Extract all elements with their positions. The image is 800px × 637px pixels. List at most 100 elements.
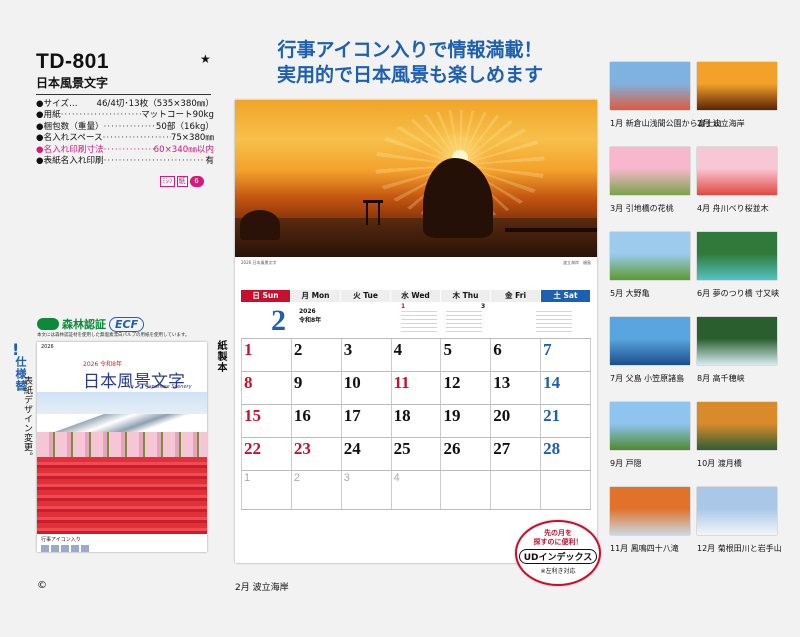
day-cell: 26 <box>441 438 492 470</box>
thumbnail-label: 8月 高千穂峡 <box>697 374 745 383</box>
day-cell: 5 <box>441 339 492 371</box>
day-number: 3 <box>343 340 353 359</box>
day-cell: 4 <box>392 471 442 509</box>
spec-key: ●名入れ印刷寸法 <box>36 144 104 155</box>
spec-leader-dots <box>61 110 141 121</box>
spec-key: ●表紙名入れ印刷 <box>36 156 104 167</box>
thumbnail-photo <box>610 487 690 535</box>
cert-note: 本文には森林認証材を使用した無塩素漂白パルプの用紙を使用しています。 <box>37 333 190 338</box>
calendar-grid: 日 Sun 月 Mon 火 Tue 水 Wed 木 Thu 金 Fri 土 Sat 2 202… <box>241 290 592 510</box>
weekday-header: 日 Sun 月 Mon 火 Tue 水 Wed 木 Thu 金 Fri 土 Sat <box>241 290 591 302</box>
day-cell: 16 <box>292 405 342 437</box>
day-cell: 8 <box>241 372 292 404</box>
month-thumbnail: 1月 新倉山浅間公園から富士山 <box>610 62 722 132</box>
spec-row: ●名入れスペース 75×380㎜ <box>36 133 214 144</box>
next-month-day: 3 <box>343 472 350 484</box>
week-row: 22 23 24 25 26 27 28 <box>241 438 592 471</box>
month-number: 2 <box>271 304 286 337</box>
day-number: 16 <box>293 406 311 425</box>
day-cell: 13 <box>491 372 542 404</box>
thumbnail-photo <box>697 317 777 365</box>
day-number: 19 <box>443 406 461 425</box>
month-thumbnail: 2月 波立海岸 <box>697 62 777 132</box>
day-number: 10 <box>343 373 361 392</box>
month-thumbnail: 10月 渡月橋 <box>697 402 777 472</box>
thumbnail-label: 2月 波立海岸 <box>697 119 745 128</box>
thumbnail-photo <box>610 232 690 280</box>
ud-index-badge: 先の月を 探すのに便利！ UDインデックス ※左利き対応 <box>515 520 601 586</box>
spec-row: ●梱包数（重量） 50部（16kg） <box>36 122 214 133</box>
rock-silhouette-left <box>240 210 280 240</box>
day-cell: 28 <box>541 438 592 470</box>
day-number: 5 <box>443 340 452 359</box>
calendar-weeks: 2 2026 令和8年 1 3 1 2 3 4 5 6 7 8 9 10 11 12 13 14 15 16 17 18 19… <box>241 302 592 510</box>
mini-calendar-next: 3 <box>481 303 486 310</box>
day-cell: 19 <box>441 405 492 437</box>
spec-leader-dots <box>103 133 171 144</box>
day-number: 11 <box>393 373 410 392</box>
month-thumbnail: 7月 父島 小笠原諸島 <box>610 317 690 387</box>
day-cell: 12 <box>441 372 492 404</box>
era-label: 令和8年 <box>299 317 322 324</box>
spec-leader-dots <box>104 145 154 156</box>
day-number: 8 <box>244 373 253 392</box>
spec-leader-dots <box>104 156 206 167</box>
day-number: 27 <box>493 439 511 458</box>
paper-badge: 紙 <box>176 176 188 187</box>
day-number: 12 <box>443 373 461 392</box>
weekday-tue: 火 Tue <box>341 290 391 302</box>
cover-mountains <box>37 392 207 432</box>
day-cell: 2 <box>292 471 342 509</box>
headline-line-2: 実用的で日本風景も楽しめます <box>276 64 543 86</box>
binding-label: 紙製本 <box>215 340 226 373</box>
ud-main-label: UDインデックス <box>518 549 598 564</box>
thumbnail-photo <box>697 402 777 450</box>
thumbnail-label: 11月 鳳鳴四十八滝 <box>610 544 679 553</box>
spec-key: ●名入れスペース <box>36 133 103 144</box>
month-thumbnail: 12月 菊根田川と岩手山 <box>697 487 782 557</box>
day-number: 4 <box>393 340 403 359</box>
day-number: 24 <box>343 439 361 458</box>
sea <box>235 218 597 257</box>
weekday-sat: 土 Sat <box>541 290 591 302</box>
perforation-badge: ﾐｼﾝ <box>160 176 175 187</box>
copyright-mark: © <box>37 580 47 591</box>
product-name: 日本風景文字 <box>36 76 109 90</box>
spec-row: ●サイズ… 46/4切･13枚（535×380㎜） <box>36 99 214 110</box>
torii-gate <box>363 200 383 225</box>
day-cell: 3 <box>342 339 392 371</box>
badge-row: ﾐｼﾝ 紙 6 <box>160 176 204 187</box>
cover-event-icons <box>41 545 203 552</box>
calendar-page: 2026 日本風景文字 波立海岸 福島 日 Sun 月 Mon 火 Tue 水 Wed… <box>235 100 601 586</box>
day-number: 21 <box>543 406 561 425</box>
day-cell: 6 <box>491 339 542 371</box>
day-cell: 25 <box>392 438 442 470</box>
day-cell: 20 <box>491 405 542 437</box>
pier <box>505 228 597 232</box>
week-row: 8 9 10 11 12 13 14 <box>241 372 592 405</box>
cert-sub-text: ECF <box>109 316 145 332</box>
leaf-icon <box>37 318 59 330</box>
day-cell: 22 <box>241 438 292 470</box>
thumbnail-photo <box>610 62 690 110</box>
thumbnail-label: 7月 父島 小笠原諸島 <box>610 374 685 383</box>
weekday-wed: 水 Wed <box>391 290 441 302</box>
day-cell: 27 <box>491 438 542 470</box>
spec-key: ●サイズ… <box>36 99 78 109</box>
month-title: 2 2026 令和8年 1 3 <box>241 302 591 338</box>
thumbnail-label: 6月 夢のつり橋 寸又峡 <box>697 289 780 298</box>
thumbnail-photo <box>697 487 777 535</box>
day-cell: 18 <box>392 405 442 437</box>
thumbnail-photo <box>610 402 690 450</box>
spec-value: 60×340㎜以内 <box>153 144 214 155</box>
thumbnail-photo <box>610 317 690 365</box>
thumbnail-label: 3月 引地橋の花桃 <box>610 204 674 213</box>
cover-header: 2026 <box>41 344 54 350</box>
month-thumbnail: 6月 夢のつり橋 寸又峡 <box>697 232 780 302</box>
photo-caption-right: 波立海岸 福島 <box>563 260 591 265</box>
spec-value: マットコート90kg <box>141 110 214 121</box>
day-number: 1 <box>244 340 253 359</box>
spec-row: ●表紙名入れ印刷 有 <box>36 156 214 167</box>
day-cell: 2 <box>292 339 342 371</box>
product-code: TD-801 <box>36 50 110 73</box>
